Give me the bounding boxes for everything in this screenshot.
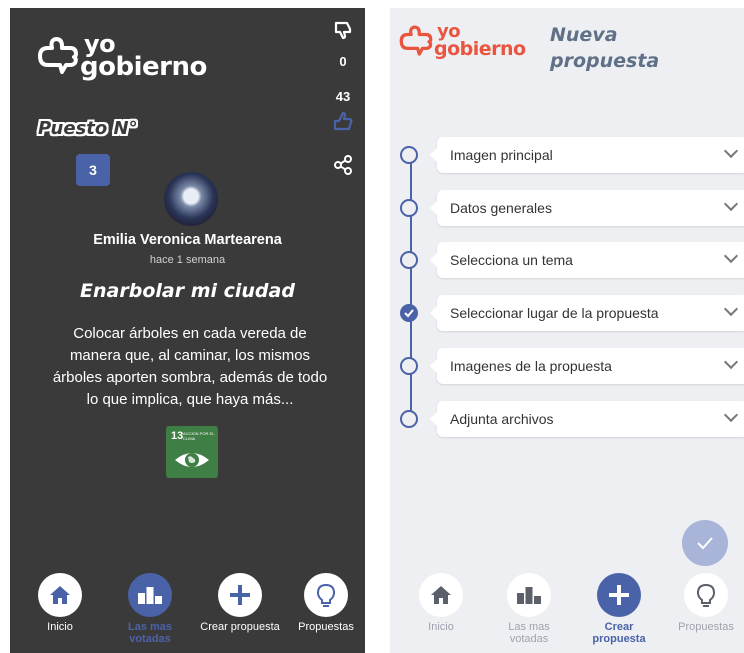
rank-badge: 3: [76, 154, 110, 186]
chevron-down-icon: [723, 248, 739, 264]
author-name: Emilia Veronica Martearena: [93, 232, 282, 248]
home-icon: [50, 586, 70, 604]
step-seleccionar-lugar[interactable]: Seleccionar lugar de la propuesta: [400, 295, 744, 335]
vote-actions: 0 43: [331, 20, 355, 176]
app-logo: yo gobierno: [398, 23, 526, 60]
plus-icon: [230, 585, 250, 605]
chevron-down-icon: [723, 354, 739, 370]
lightbulb-icon: [696, 583, 716, 607]
nav-label: Inicio: [47, 621, 73, 633]
dislike-icon[interactable]: [333, 20, 353, 40]
step-label: Selecciona un tema: [450, 252, 573, 268]
new-proposal-screen: yo gobierno Nueva propuesta Imagen princ…: [390, 8, 744, 653]
chevron-down-icon: [723, 143, 739, 159]
nav-propuestas[interactable]: Propuestas: [666, 573, 744, 633]
puesto-label: Puesto N°: [38, 118, 138, 139]
step-status-icon: [400, 410, 418, 428]
logo-thumb-icon: [38, 37, 78, 75]
time-ago: hace 1 semana: [149, 254, 226, 266]
app-logo: yo gobierno: [36, 32, 207, 82]
share-icon[interactable]: [332, 154, 354, 176]
bottom-nav: Inicio Las mas votadas Crear propuesta P…: [10, 573, 365, 653]
page-title-line2: propuesta: [550, 50, 660, 72]
nav-label: Crear propuesta: [200, 621, 280, 633]
step-status-icon: [400, 251, 418, 269]
step-adjunta-archivos[interactable]: Adjunta archivos: [400, 401, 744, 441]
nav-crear-propuesta[interactable]: Crear propuesta: [200, 573, 280, 633]
nav-inicio[interactable]: Inicio: [20, 573, 100, 633]
nav-label: Las mas votadas: [127, 621, 173, 645]
proposal-title[interactable]: Enarbolar mi ciudad: [10, 280, 365, 302]
nav-las-mas-votadas[interactable]: Las mas votadas: [489, 573, 569, 645]
nav-label: Propuestas: [298, 621, 354, 633]
step-datos-generales[interactable]: Datos generales: [400, 190, 744, 230]
page-title: Nueva propuesta: [550, 22, 659, 74]
step-label: Imagenes de la propuesta: [450, 358, 612, 374]
check-icon: [697, 537, 713, 550]
nav-crear-propuesta[interactable]: Crear propuesta: [579, 573, 659, 645]
sdg-number: 13: [171, 430, 184, 442]
ranking-screen: yo gobierno 0 43 Puesto N° 3 Emilia Vero…: [10, 8, 365, 653]
nav-label: Propuestas: [678, 621, 734, 633]
step-label: Adjunta archivos: [450, 411, 554, 427]
lightbulb-icon: [316, 583, 336, 607]
page-title-line1: Nueva: [550, 24, 618, 46]
nav-label: Crear propuesta: [592, 621, 646, 645]
podium-icon: [138, 587, 162, 604]
eye-globe-icon: [175, 453, 209, 467]
dislike-count: 0: [339, 54, 347, 69]
step-label: Imagen principal: [450, 147, 553, 163]
logo-text-line2: gobierno: [80, 51, 207, 82]
step-imagenes-propuesta[interactable]: Imagenes de la propuesta: [400, 348, 744, 388]
sdg-badge: 13 ACCIÓN POR EL CLIMA: [166, 426, 218, 478]
proposal-description: Colocar árboles en cada vereda de manera…: [52, 325, 328, 408]
plus-icon: [609, 585, 629, 605]
nav-propuestas[interactable]: Propuestas: [286, 573, 365, 633]
logo-text-line2: gobierno: [434, 37, 526, 60]
logo-thumb-icon: [399, 25, 433, 56]
step-selecciona-tema[interactable]: Selecciona un tema: [400, 242, 744, 282]
check-circle-icon: [400, 304, 418, 322]
nav-label: Inicio: [428, 621, 454, 633]
like-icon[interactable]: [332, 110, 354, 132]
step-label: Datos generales: [450, 200, 552, 216]
bottom-nav: Inicio Las mas votadas Crear propuesta P…: [390, 573, 744, 653]
podium-icon: [517, 587, 541, 604]
step-label: Seleccionar lugar de la propuesta: [450, 305, 659, 321]
chevron-down-icon: [723, 407, 739, 423]
nav-label: Las mas votadas: [508, 621, 550, 645]
home-icon: [431, 586, 451, 604]
author-avatar[interactable]: [164, 172, 218, 226]
step-status-icon: [400, 357, 418, 375]
step-status-icon: [400, 146, 418, 164]
step-imagen-principal[interactable]: Imagen principal: [400, 137, 744, 177]
submit-button[interactable]: [682, 520, 728, 566]
like-count: 43: [335, 89, 351, 104]
chevron-down-icon: [723, 196, 739, 212]
sdg-text: ACCIÓN POR EL CLIMA: [183, 431, 215, 441]
nav-las-mas-votadas[interactable]: Las mas votadas: [110, 573, 190, 645]
step-status-icon: [400, 199, 418, 217]
chevron-down-icon: [723, 301, 739, 317]
nav-inicio[interactable]: Inicio: [401, 573, 481, 633]
